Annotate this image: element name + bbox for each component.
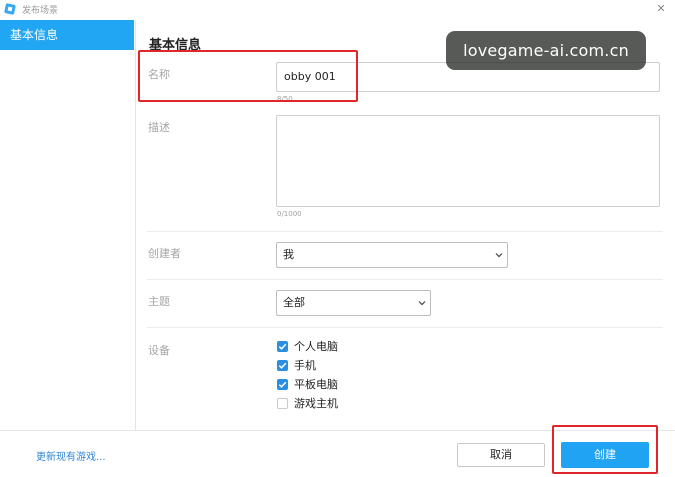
checkbox-checked-icon[interactable] bbox=[277, 341, 288, 352]
genre-select[interactable]: 全部 bbox=[276, 290, 431, 316]
sidebar: 基本信息 bbox=[0, 20, 136, 430]
checkbox-checked-icon[interactable] bbox=[277, 379, 288, 390]
close-icon: ✕ bbox=[656, 2, 666, 15]
chevron-down-icon bbox=[418, 301, 426, 306]
device-option-label: 平板电脑 bbox=[294, 378, 338, 391]
creator-select[interactable]: 我 bbox=[276, 242, 508, 268]
watermark: lovegame-ai.com.cn bbox=[446, 31, 646, 70]
creator-select-value: 我 bbox=[283, 248, 294, 261]
genre-select-value: 全部 bbox=[283, 296, 305, 309]
devices-label: 设备 bbox=[148, 344, 170, 357]
device-option-label: 个人电脑 bbox=[294, 340, 338, 353]
description-label: 描述 bbox=[148, 121, 170, 134]
annotation-box-create bbox=[552, 425, 658, 474]
divider bbox=[147, 279, 663, 280]
publish-dialog: 发布场景 ✕ 基本信息 基本信息 名称 obby 001 8/50 描述 0/1… bbox=[0, 0, 675, 477]
device-option-label: 游戏主机 bbox=[294, 397, 338, 410]
title-bar: 发布场景 ✕ bbox=[0, 0, 675, 20]
sidebar-item-label: 基本信息 bbox=[10, 28, 59, 42]
divider bbox=[147, 327, 663, 328]
update-existing-game-link[interactable]: 更新现有游戏... bbox=[36, 448, 106, 463]
sidebar-item-basic-info[interactable]: 基本信息 bbox=[0, 20, 134, 50]
description-textarea[interactable] bbox=[276, 115, 660, 207]
annotation-box-name bbox=[138, 50, 358, 102]
chevron-down-icon bbox=[495, 253, 503, 258]
creator-label: 创建者 bbox=[148, 247, 181, 260]
genre-label: 主题 bbox=[148, 295, 170, 308]
description-counter: 0/1000 bbox=[277, 210, 302, 218]
close-button[interactable]: ✕ bbox=[653, 1, 669, 17]
app-logo-icon bbox=[4, 3, 16, 15]
divider bbox=[147, 231, 663, 232]
checkbox-unchecked-icon[interactable] bbox=[277, 398, 288, 409]
checkbox-checked-icon[interactable] bbox=[277, 360, 288, 371]
device-option-label: 手机 bbox=[294, 359, 316, 372]
cancel-button[interactable]: 取消 bbox=[457, 443, 545, 467]
window-title: 发布场景 bbox=[22, 6, 59, 16]
